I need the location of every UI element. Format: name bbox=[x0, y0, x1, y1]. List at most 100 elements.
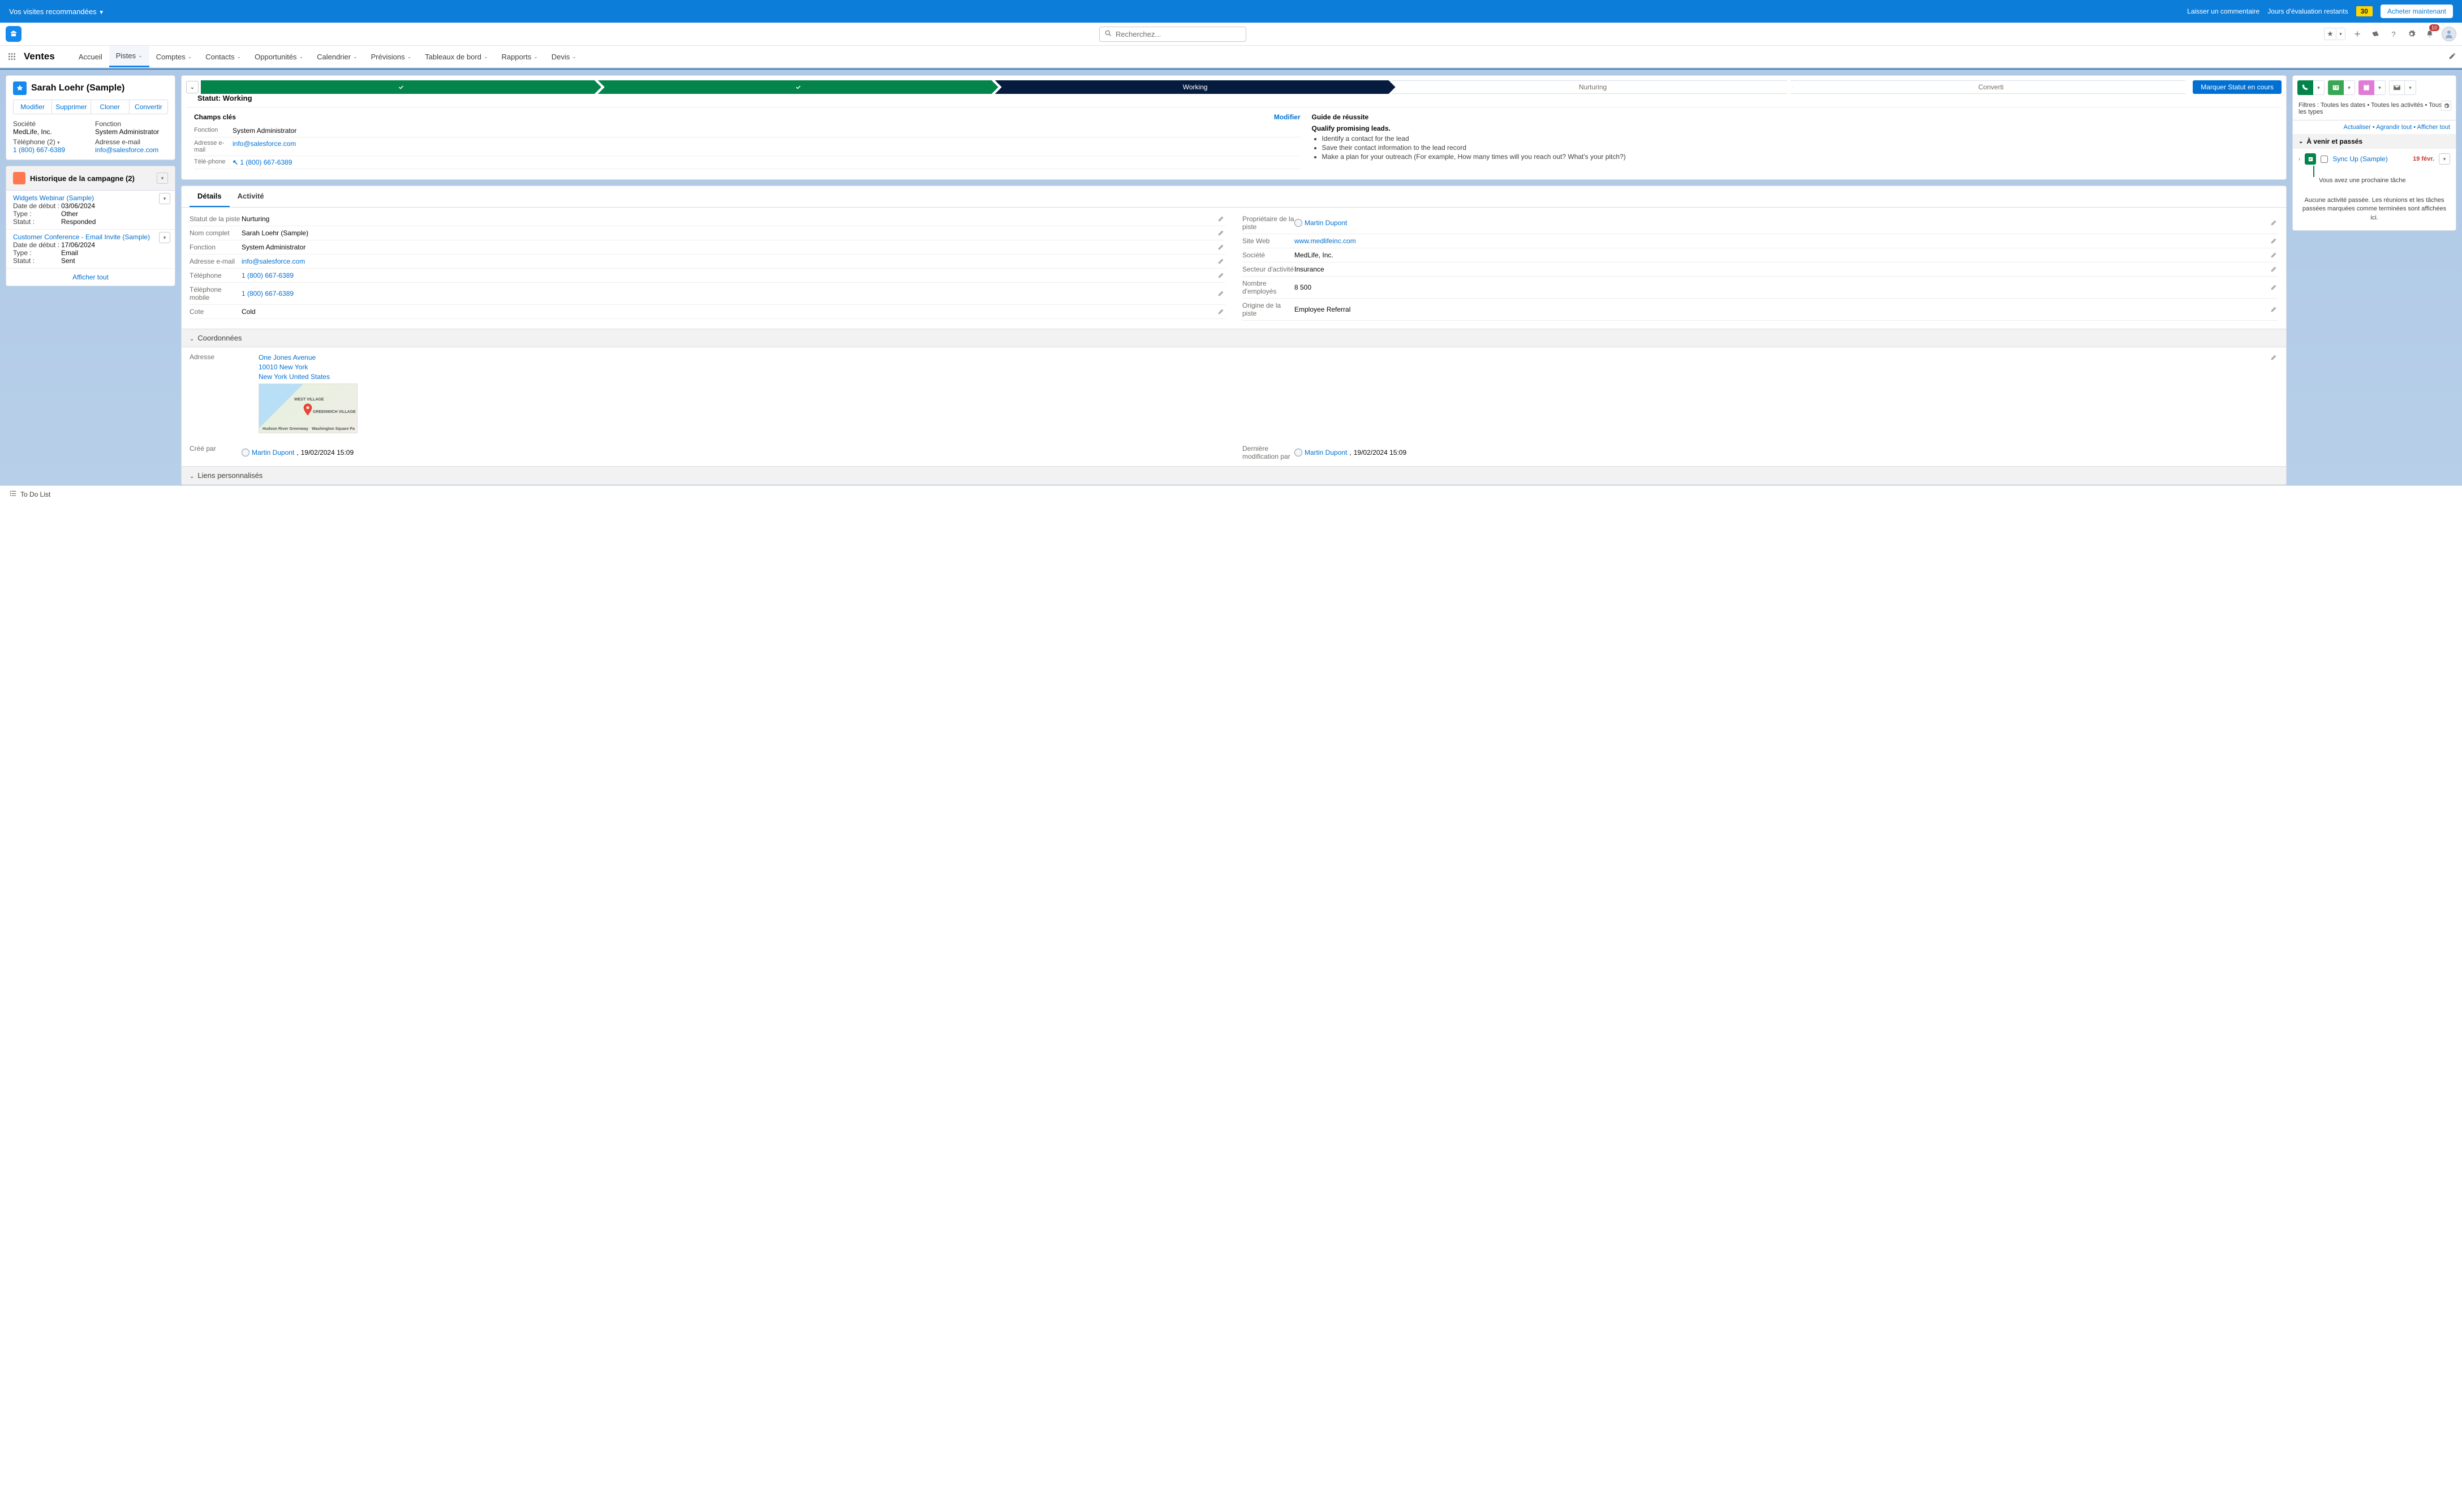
task-menu-dropdown[interactable]: ▾ bbox=[2439, 153, 2450, 165]
edit-pencil-icon[interactable] bbox=[2270, 283, 2278, 292]
edit-pencil-icon[interactable] bbox=[2270, 218, 2278, 228]
edit-pencil-icon[interactable] bbox=[2270, 305, 2278, 315]
campaign-item-menu[interactable]: ▾ bbox=[159, 193, 170, 204]
mark-status-button[interactable]: Marquer Statut en cours bbox=[2193, 80, 2282, 94]
log-call-dropdown[interactable]: ▾ bbox=[2313, 80, 2325, 95]
hl-phone-value[interactable]: 1 (800) 667-6389 bbox=[13, 146, 86, 154]
campaign-view-all[interactable]: Afficher tout bbox=[6, 269, 175, 286]
path-step[interactable] bbox=[598, 80, 998, 94]
path-step[interactable]: Converti bbox=[1790, 80, 2188, 94]
modifier-button[interactable]: Modifier bbox=[14, 100, 52, 114]
edit-nav-icon[interactable] bbox=[2448, 52, 2456, 62]
path-step[interactable] bbox=[201, 80, 601, 94]
help-question-icon[interactable]: ? bbox=[2387, 28, 2400, 40]
app-logo-icon[interactable] bbox=[6, 26, 21, 42]
modified-by-user[interactable]: Martin Dupont bbox=[1294, 449, 1347, 456]
path-collapse-toggle[interactable]: ⌄ bbox=[186, 81, 199, 93]
view-all-link[interactable]: Afficher tout bbox=[2417, 124, 2451, 131]
address-value[interactable]: One Jones Avenue10010 New YorkNew York U… bbox=[259, 353, 2278, 381]
favorites-dropdown[interactable]: ▾ bbox=[2336, 28, 2345, 40]
section-custom-links[interactable]: ⌄Liens personnalisés bbox=[182, 466, 2286, 485]
key-field-value[interactable]: info@salesforce.com bbox=[233, 140, 296, 153]
detail-value[interactable]: Martin Dupont bbox=[1294, 219, 2278, 227]
detail-value: System Administrator bbox=[242, 243, 1225, 251]
convertir-button[interactable]: Convertir bbox=[130, 100, 167, 114]
task-checkbox[interactable] bbox=[2321, 156, 2328, 163]
edit-pencil-icon[interactable] bbox=[1217, 229, 1225, 238]
chevron-down-icon: ⌄ bbox=[353, 54, 358, 60]
banner-tour[interactable]: Vos visites recommandées ▼ bbox=[9, 7, 2187, 16]
cloner-button[interactable]: Cloner bbox=[91, 100, 130, 114]
task-subject[interactable]: Sync Up (Sample) bbox=[2332, 155, 2408, 163]
key-field-value[interactable]: ↖︎ 1 (800) 667-6389 bbox=[233, 158, 292, 166]
task-expand-chevron[interactable]: › bbox=[2299, 156, 2300, 162]
notifications-bell-icon[interactable]: 10 bbox=[2424, 28, 2436, 40]
nav-tab-comptes[interactable]: Comptes ⌄ bbox=[149, 46, 199, 67]
edit-pencil-icon[interactable] bbox=[1217, 289, 1225, 299]
nav-tab-contacts[interactable]: Contacts ⌄ bbox=[199, 46, 248, 67]
upcoming-section-header[interactable]: ⌄À venir et passés bbox=[2293, 134, 2456, 149]
section-address[interactable]: ⌄Coordonnées bbox=[182, 329, 2286, 347]
campaign-item-menu[interactable]: ▾ bbox=[159, 232, 170, 243]
path-step[interactable]: Working bbox=[995, 80, 1396, 94]
nav-tab-devis[interactable]: Devis ⌄ bbox=[545, 46, 583, 67]
send-email-dropdown[interactable]: ▾ bbox=[2405, 80, 2416, 95]
supprimer-button[interactable]: Supprimer bbox=[52, 100, 91, 114]
refresh-link[interactable]: Actualiser bbox=[2344, 124, 2371, 131]
new-event-dropdown[interactable]: ▾ bbox=[2374, 80, 2386, 95]
send-email-icon[interactable] bbox=[2389, 80, 2405, 95]
edit-pencil-icon[interactable] bbox=[1217, 271, 1225, 281]
key-fields-edit[interactable]: Modifier bbox=[1274, 113, 1301, 121]
edit-pencil-icon[interactable] bbox=[1217, 257, 1225, 266]
campaign-item-name[interactable]: Widgets Webinar (Sample) bbox=[13, 194, 168, 202]
tab-activity[interactable]: Activité bbox=[230, 186, 272, 207]
log-call-icon[interactable] bbox=[2297, 80, 2313, 95]
campaign-item-name[interactable]: Customer Conference - Email Invite (Samp… bbox=[13, 233, 168, 241]
app-launcher-icon[interactable] bbox=[6, 50, 18, 63]
nav-tab-prévisions[interactable]: Prévisions ⌄ bbox=[364, 46, 419, 67]
new-task-dropdown[interactable]: ▾ bbox=[2344, 80, 2355, 95]
campaign-menu-dropdown[interactable]: ▾ bbox=[157, 173, 168, 184]
detail-value[interactable]: 1 (800) 667-6389 bbox=[242, 272, 1225, 279]
detail-value[interactable]: info@salesforce.com bbox=[242, 257, 1225, 265]
edit-pencil-icon[interactable] bbox=[2270, 236, 2278, 246]
nav-tab-rapports[interactable]: Rapports ⌄ bbox=[494, 46, 544, 67]
todo-list-label[interactable]: To Do List bbox=[20, 490, 50, 498]
nav-tab-opportunités[interactable]: Opportunités ⌄ bbox=[248, 46, 310, 67]
created-by-user[interactable]: Martin Dupont bbox=[242, 449, 294, 456]
expand-all-link[interactable]: Agrandir tout bbox=[2376, 124, 2412, 131]
leave-comment-link[interactable]: Laisser un commentaire bbox=[2187, 7, 2259, 15]
hl-phone-label[interactable]: Téléphone (2) ▾ bbox=[13, 138, 86, 146]
edit-pencil-icon[interactable] bbox=[1217, 307, 1225, 317]
global-create-icon[interactable] bbox=[2351, 28, 2364, 40]
new-task-icon[interactable] bbox=[2328, 80, 2344, 95]
owner-user-link[interactable]: Martin Dupont bbox=[1294, 219, 2278, 227]
favorites-star-icon[interactable]: ★ bbox=[2324, 28, 2336, 40]
setup-gear-icon[interactable] bbox=[2405, 28, 2418, 40]
buy-now-button[interactable]: Acheter maintenant bbox=[2381, 5, 2453, 18]
edit-pencil-icon[interactable] bbox=[2270, 353, 2278, 363]
hl-email-value[interactable]: info@salesforce.com bbox=[95, 146, 168, 154]
activity-filters[interactable]: Filtres : Toutes les dates • Toutes les … bbox=[2293, 100, 2456, 120]
nav-tab-accueil[interactable]: Accueil bbox=[72, 46, 109, 67]
global-search[interactable]: Recherchez... bbox=[1099, 27, 1246, 42]
tab-details[interactable]: Détails bbox=[190, 186, 230, 207]
edit-pencil-icon[interactable] bbox=[2270, 251, 2278, 260]
user-avatar[interactable] bbox=[2442, 27, 2456, 41]
todo-list-icon[interactable] bbox=[9, 489, 17, 499]
new-event-icon[interactable] bbox=[2358, 80, 2374, 95]
nav-tab-pistes[interactable]: Pistes ⌄ bbox=[109, 46, 149, 67]
address-map[interactable]: WEST VILLAGE GREENWICH VILLAGE Hudson Ri… bbox=[259, 384, 358, 433]
nav-tab-tableaux de bord[interactable]: Tableaux de bord ⌄ bbox=[418, 46, 494, 67]
edit-pencil-icon[interactable] bbox=[2270, 265, 2278, 274]
detail-value[interactable]: 1 (800) 667-6389 bbox=[242, 290, 1225, 298]
path-step[interactable]: Nurturing bbox=[1392, 80, 1794, 94]
filter-settings-gear-icon[interactable] bbox=[2441, 101, 2451, 111]
nav-tab-calendrier[interactable]: Calendrier ⌄ bbox=[310, 46, 364, 67]
edit-pencil-icon[interactable] bbox=[1217, 243, 1225, 252]
chevron-down-icon: ⌄ bbox=[484, 54, 488, 60]
edit-pencil-icon[interactable] bbox=[1217, 214, 1225, 224]
detail-value[interactable]: www.medlifeinc.com bbox=[1294, 237, 2278, 245]
chevron-down-icon: ⌄ bbox=[533, 54, 538, 60]
salesforce-help-icon[interactable] bbox=[2369, 28, 2382, 40]
